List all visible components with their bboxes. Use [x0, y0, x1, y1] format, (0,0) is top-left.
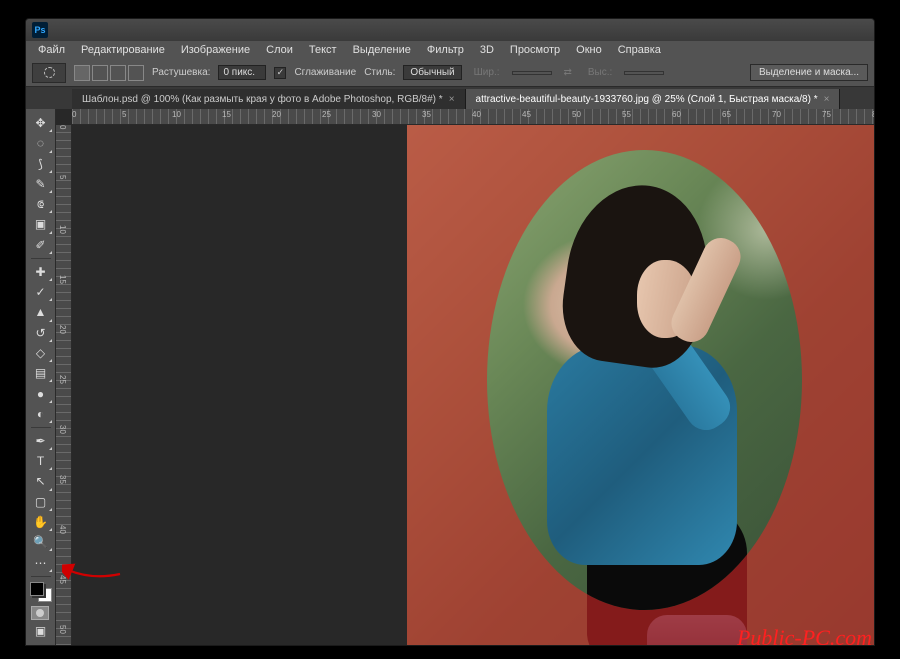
document-tabs: Шаблон.psd @ 100% (Как размыть края у фо…	[26, 87, 874, 109]
antialias-label: Сглаживание	[294, 67, 356, 78]
width-input	[512, 71, 552, 75]
title-bar: Ps	[26, 19, 874, 41]
blur-tool[interactable]: ●	[29, 383, 53, 403]
vertical-ruler: 0510152025303540455055	[56, 125, 72, 645]
select-and-mask-button[interactable]: Выделение и маска...	[750, 64, 868, 81]
tab-label: Шаблон.psd @ 100% (Как размыть края у фо…	[82, 94, 443, 105]
color-swatches[interactable]	[30, 582, 52, 602]
menu-файл[interactable]: Файл	[30, 42, 73, 58]
menu-фильтр[interactable]: Фильтр	[419, 42, 472, 58]
tools-panel: ✥◌⟆✎⟃▣✐✚✓▲↺◇▤●◐✒T↖▢✋🔍⋯▣	[26, 109, 56, 645]
marquee-tool[interactable]: ◌	[29, 133, 53, 153]
move-tool[interactable]: ✥	[29, 113, 53, 133]
menu-окно[interactable]: Окно	[568, 42, 610, 58]
quick-mask-mode-button[interactable]	[31, 606, 51, 621]
gradient-tool[interactable]: ▤	[29, 363, 53, 383]
menu-выделение[interactable]: Выделение	[345, 42, 419, 58]
menu-bar: ФайлРедактированиеИзображениеСлоиТекстВы…	[26, 41, 874, 59]
document-tab-1[interactable]: Шаблон.psd @ 100% (Как размыть края у фо…	[72, 89, 466, 109]
subtract-selection-icon[interactable]	[110, 65, 126, 81]
antialias-checkbox[interactable]: ✓	[274, 67, 286, 79]
style-select[interactable]: Обычный	[403, 65, 461, 80]
menu-3d[interactable]: 3D	[472, 42, 502, 58]
swap-dims-icon: ⇄	[560, 66, 576, 79]
brush-tool[interactable]: ✓	[29, 282, 53, 302]
document-tab-2[interactable]: attractive-beautiful-beauty-1933760.jpg …	[466, 89, 841, 109]
lasso-tool[interactable]: ⟆	[29, 154, 53, 174]
menu-просмотр[interactable]: Просмотр	[502, 42, 568, 58]
menu-слои[interactable]: Слои	[258, 42, 301, 58]
eraser-tool[interactable]: ◇	[29, 343, 53, 363]
canvas-area: 05101520253035404550556065707580 0510152…	[56, 109, 874, 645]
path-select-tool[interactable]: ↖	[29, 471, 53, 491]
tab-label: attractive-beautiful-beauty-1933760.jpg …	[476, 94, 818, 105]
tool-preset-picker[interactable]	[32, 63, 66, 83]
add-selection-icon[interactable]	[92, 65, 108, 81]
hand-tool[interactable]: ✋	[29, 512, 53, 532]
screen-mode-button[interactable]: ▣	[29, 621, 53, 641]
watermark: Public-PC.com	[737, 625, 872, 651]
clone-stamp-tool[interactable]: ▲	[29, 302, 53, 322]
menu-редактирование[interactable]: Редактирование	[73, 42, 173, 58]
type-tool[interactable]: T	[29, 451, 53, 471]
intersect-selection-icon[interactable]	[128, 65, 144, 81]
mask-ellipse-clear	[487, 150, 802, 610]
crop-tool[interactable]: ⟃	[29, 194, 53, 214]
document-image	[407, 125, 874, 645]
healing-brush-tool[interactable]: ✚	[29, 262, 53, 282]
dodge-tool[interactable]: ◐	[29, 404, 53, 424]
ps-logo-icon: Ps	[32, 22, 48, 38]
zoom-tool[interactable]: 🔍	[29, 532, 53, 552]
new-selection-icon[interactable]	[74, 65, 90, 81]
height-label: Выс.:	[584, 66, 616, 79]
rectangle-tool[interactable]: ▢	[29, 492, 53, 512]
height-input	[624, 71, 664, 75]
work-area: ✥◌⟆✎⟃▣✐✚✓▲↺◇▤●◐✒T↖▢✋🔍⋯▣ 0510152025303540…	[26, 109, 874, 645]
width-label: Шир.:	[470, 66, 504, 79]
quick-select-tool[interactable]: ✎	[29, 174, 53, 194]
close-icon[interactable]: ×	[449, 94, 455, 105]
options-bar: Растушевка: ✓ Сглаживание Стиль: Обычный…	[26, 59, 874, 87]
feather-label: Растушевка:	[152, 67, 210, 78]
frame-tool[interactable]: ▣	[29, 214, 53, 234]
history-brush-tool[interactable]: ↺	[29, 323, 53, 343]
feather-input[interactable]	[218, 65, 266, 80]
menu-текст[interactable]: Текст	[301, 42, 345, 58]
close-icon[interactable]: ×	[824, 94, 830, 105]
pen-tool[interactable]: ✒	[29, 431, 53, 451]
menu-справка[interactable]: Справка	[610, 42, 669, 58]
photoshop-window: Ps ФайлРедактированиеИзображениеСлоиТекс…	[25, 18, 875, 646]
menu-изображение[interactable]: Изображение	[173, 42, 258, 58]
horizontal-ruler: 05101520253035404550556065707580	[72, 109, 874, 125]
style-label: Стиль:	[364, 67, 395, 78]
canvas[interactable]	[72, 125, 874, 645]
edit-toolbar-tool[interactable]: ⋯	[29, 552, 53, 572]
eyedropper-tool[interactable]: ✐	[29, 235, 53, 255]
selection-mode-group	[74, 65, 144, 81]
